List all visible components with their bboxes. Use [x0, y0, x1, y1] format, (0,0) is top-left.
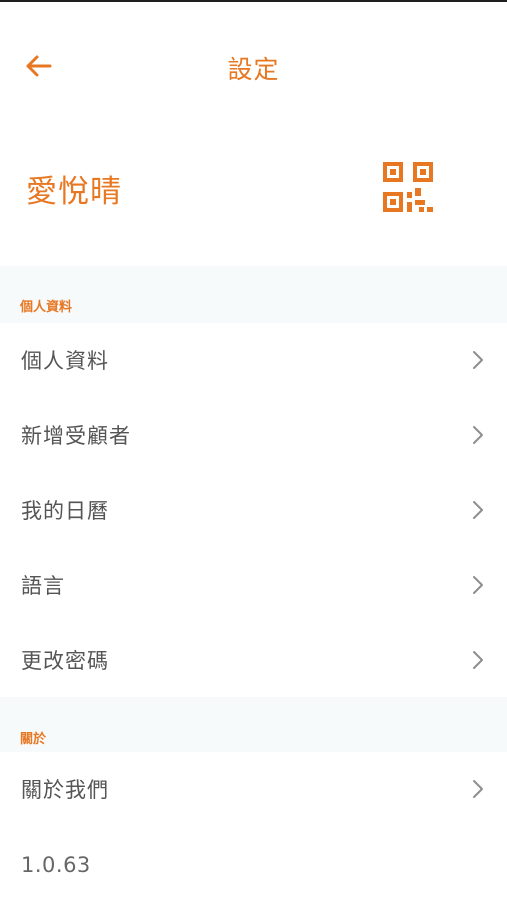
app-version: 1.0.63 — [21, 853, 91, 877]
qr-code-icon — [381, 162, 435, 218]
chevron-right-icon — [473, 576, 483, 594]
chevron-right-icon — [473, 651, 483, 669]
menu-item-language[interactable]: 語言 — [0, 548, 507, 623]
settings-screen: 設定 愛悅晴 個人資料 個人資料 新增受顧者 我的日曆 語言 更改密碼 關於 關… — [0, 0, 507, 900]
section-header-personal: 個人資料 — [0, 266, 507, 323]
chevron-right-icon — [473, 351, 483, 369]
menu-item-label: 語言 — [21, 574, 65, 598]
menu-item-label: 個人資料 — [21, 349, 109, 373]
section-title-personal: 個人資料 — [20, 300, 73, 315]
menu-item-label: 新增受顧者 — [21, 424, 131, 448]
top-bar: 設定 — [0, 2, 507, 110]
qr-code-button[interactable] — [381, 160, 435, 214]
menu-item-label: 更改密碼 — [21, 649, 109, 673]
profile-name: 愛悅晴 — [26, 174, 122, 210]
menu-item-my-calendar[interactable]: 我的日曆 — [0, 473, 507, 548]
chevron-right-icon — [473, 780, 483, 798]
section-header-about: 關於 — [0, 697, 507, 752]
menu-item-label: 關於我們 — [21, 778, 109, 802]
section-title-about: 關於 — [20, 732, 47, 747]
menu-item-change-password[interactable]: 更改密碼 — [0, 623, 507, 698]
profile-header: 愛悅晴 — [0, 110, 507, 266]
menu-item-about-us[interactable]: 關於我們 — [0, 752, 507, 827]
menu-item-profile[interactable]: 個人資料 — [0, 323, 507, 398]
page-title: 設定 — [227, 55, 280, 84]
chevron-right-icon — [473, 426, 483, 444]
menu-item-label: 我的日曆 — [21, 499, 109, 523]
chevron-right-icon — [473, 501, 483, 519]
menu-item-add-care-recipient[interactable]: 新增受顧者 — [0, 398, 507, 473]
